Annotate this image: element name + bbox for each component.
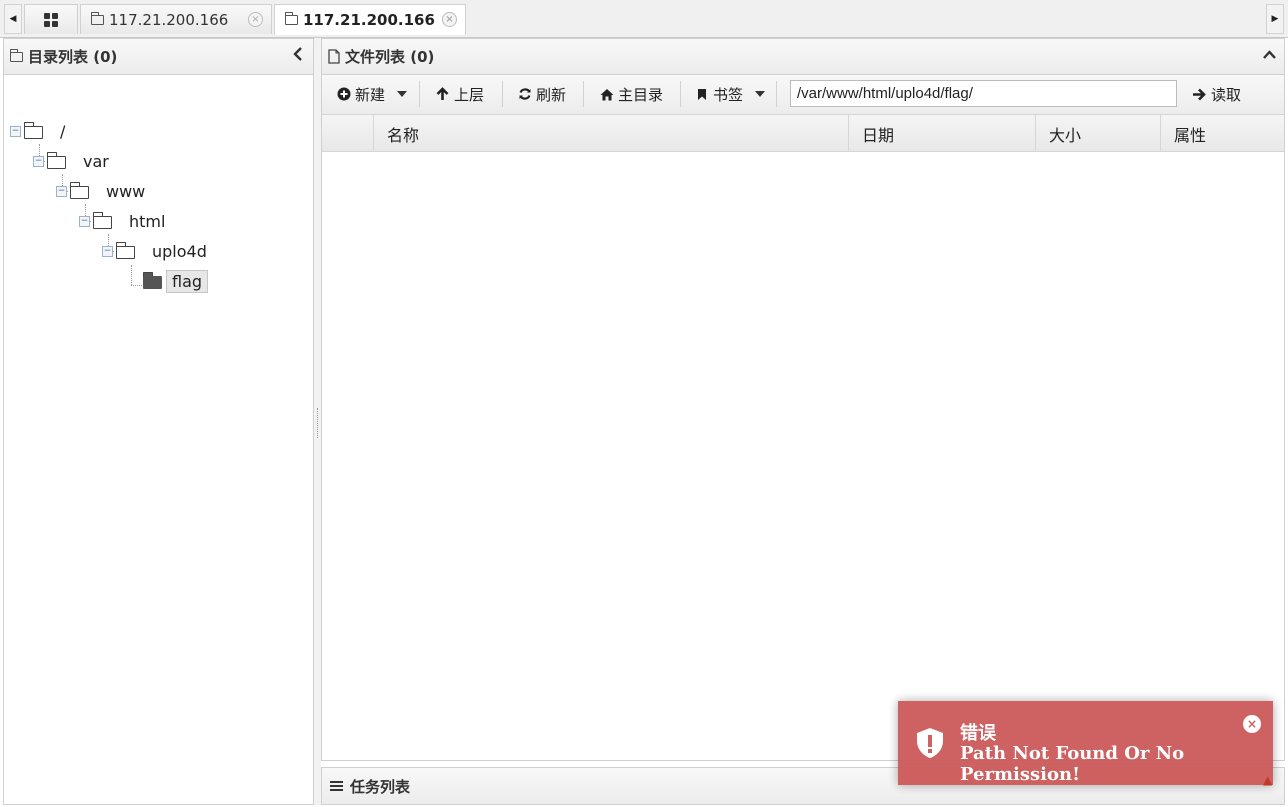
refresh-label: 刷新 — [536, 85, 567, 104]
home-dir-label: 主目录 — [618, 85, 664, 104]
tree-node-var[interactable]: − var — [33, 150, 114, 172]
tree-node-flag[interactable]: flag — [142, 269, 209, 293]
folder-icon — [142, 271, 162, 289]
new-label: 新建 — [355, 85, 386, 104]
panel-splitter[interactable] — [314, 38, 321, 805]
path-input[interactable] — [790, 80, 1177, 107]
collapse-icon[interactable]: − — [102, 245, 113, 257]
new-button[interactable]: 新建 — [337, 81, 408, 107]
refresh-icon — [519, 88, 531, 100]
folder-icon — [23, 121, 43, 139]
folder-icon — [92, 211, 112, 229]
bookmark-button[interactable]: 书签 — [697, 81, 766, 107]
list-icon — [330, 780, 343, 792]
column-size[interactable]: 大小 — [1035, 115, 1160, 152]
file-toolbar: 新建 上层 刷新 主目录 书签 /var/www/html/uplo4d/fla… — [322, 75, 1284, 115]
arrow-right-icon — [1193, 88, 1206, 100]
tree-label[interactable]: / — [55, 121, 70, 142]
collapse-icon[interactable]: − — [33, 155, 44, 167]
up-level-label: 上层 — [454, 85, 485, 104]
directory-panel-header: 目录列表 (0) — [4, 39, 313, 75]
tab-bar: ◀ 117.21.200.166 × 117.21.200.166 × ▶ — [0, 0, 1288, 38]
column-date[interactable]: 日期 — [848, 115, 1035, 152]
tree-node-root[interactable]: − / — [10, 120, 70, 142]
shield-icon — [917, 728, 943, 758]
file-table-header: 名称 日期 大小 属性 — [322, 115, 1284, 152]
collapse-icon[interactable]: − — [10, 125, 21, 137]
folder-icon — [9, 48, 23, 62]
directory-panel: 目录列表 (0) − / − var − www − html − uplo4d… — [3, 38, 314, 805]
close-icon[interactable]: × — [442, 12, 457, 27]
tree-label[interactable]: www — [101, 181, 150, 202]
file-panel-header: 文件列表 (0) — [322, 39, 1284, 75]
chevron-down-icon — [397, 91, 408, 97]
tab-label: 117.21.200.166 — [109, 10, 229, 29]
read-label: 读取 — [1211, 85, 1242, 104]
folder-icon — [69, 181, 89, 199]
tab-label: 117.21.200.166 — [303, 11, 435, 29]
file-panel-title: 文件列表 (0) — [345, 48, 435, 66]
tree-label[interactable]: var — [78, 151, 114, 172]
tab-scroll-left-button[interactable]: ◀ — [4, 4, 22, 34]
error-toast: 错误 Path Not Found Or No Permission! × — [898, 701, 1273, 785]
bookmark-icon — [698, 88, 706, 100]
tree-node-uplo4d[interactable]: − uplo4d — [102, 240, 212, 262]
tab-host-2[interactable]: 117.21.200.166 × — [274, 4, 466, 35]
task-panel-title: 任务列表 — [350, 777, 411, 796]
tab-scroll-right-button[interactable]: ▶ — [1266, 4, 1284, 34]
column-name[interactable]: 名称 — [373, 115, 848, 152]
grid-icon — [44, 12, 58, 27]
up-level-button[interactable]: 上层 — [436, 81, 484, 107]
chevron-left-icon[interactable] — [293, 47, 303, 65]
close-icon[interactable]: × — [248, 12, 263, 27]
column-attributes[interactable]: 属性 — [1160, 115, 1284, 152]
tree-node-www[interactable]: − www — [56, 180, 150, 202]
tree-label-selected[interactable]: flag — [166, 269, 209, 293]
chevron-up-icon[interactable]: ▲ — [1263, 773, 1272, 787]
collapse-icon[interactable]: − — [56, 185, 67, 197]
file-panel: 文件列表 (0) 新建 上层 刷新 主目录 书签 /var/www/html/u… — [321, 38, 1285, 761]
chevron-up-icon[interactable] — [1263, 48, 1276, 63]
chevron-down-icon — [755, 91, 766, 97]
tree-label[interactable]: uplo4d — [147, 241, 212, 262]
folder-icon — [90, 11, 104, 25]
tree-node-html[interactable]: − html — [79, 210, 170, 232]
tab-home-grid[interactable] — [24, 4, 78, 34]
read-button[interactable]: 读取 — [1192, 81, 1241, 107]
file-icon — [328, 49, 340, 64]
bookmark-label: 书签 — [713, 85, 744, 104]
tab-host-1[interactable]: 117.21.200.166 × — [80, 4, 272, 34]
home-icon — [600, 88, 614, 100]
home-dir-button[interactable]: 主目录 — [600, 81, 663, 107]
folder-icon — [115, 241, 135, 259]
close-icon[interactable]: × — [1243, 715, 1261, 733]
plus-circle-icon — [337, 87, 351, 101]
directory-panel-title: 目录列表 (0) — [28, 48, 118, 66]
tree-label[interactable]: html — [124, 211, 170, 232]
toast-title: 错误 — [960, 723, 996, 744]
column-checkbox — [322, 115, 373, 152]
toast-message: Path Not Found Or No Permission! — [960, 743, 1185, 785]
folder-icon — [284, 12, 298, 25]
refresh-button[interactable]: 刷新 — [518, 81, 566, 107]
collapse-icon[interactable]: − — [79, 215, 90, 227]
arrow-up-icon — [436, 87, 449, 100]
folder-icon — [46, 151, 66, 169]
